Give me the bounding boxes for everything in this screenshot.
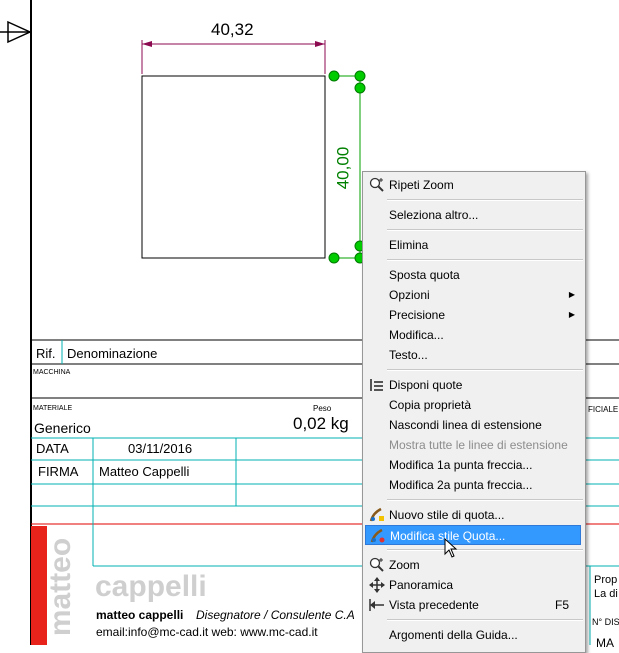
logo-word: cappelli xyxy=(95,570,207,603)
menu-separator xyxy=(387,549,583,551)
vertical-dimension-value: 40,00 xyxy=(333,146,353,190)
menu-item-label: Zoom xyxy=(389,558,420,572)
company-name: matteo cappelli xyxy=(96,608,184,622)
menu-item-modifica[interactable]: Modifica... xyxy=(365,325,581,345)
menu-separator xyxy=(387,259,583,261)
right-partial-text: N° DIS xyxy=(592,617,619,627)
macchina-label: MACCHINA xyxy=(33,369,71,376)
menu-item-sposta-quota[interactable]: Sposta quota xyxy=(365,265,581,285)
menu-item-opzioni[interactable]: Opzioni ▶ xyxy=(365,285,581,305)
menu-separator xyxy=(387,199,583,201)
menu-item-disponi-quote[interactable]: Disponi quote xyxy=(365,375,581,395)
previous-view-icon xyxy=(369,597,385,613)
part-square-outline[interactable] xyxy=(141,75,326,259)
menu-separator xyxy=(387,499,583,501)
horizontal-dimension[interactable] xyxy=(141,40,326,74)
menu-item-label: Sposta quota xyxy=(389,268,460,282)
menu-item-vista-precedente[interactable]: Vista precedente F5 xyxy=(365,595,581,615)
menu-item-label: Copia proprietà xyxy=(389,398,472,412)
shortcut-label: F5 xyxy=(554,598,569,612)
right-partial-text: La di xyxy=(594,588,618,600)
materiale-label: MATERIALE xyxy=(33,405,73,412)
menu-item-label: Panoramica xyxy=(389,578,454,592)
grip-handle[interactable] xyxy=(328,252,340,264)
edit-dim-style-icon xyxy=(370,528,386,544)
menu-separator xyxy=(387,229,583,231)
menu-separator xyxy=(387,369,583,371)
horizontal-dimension-value: 40,32 xyxy=(211,20,254,39)
menu-item-label: Opzioni xyxy=(389,288,430,302)
menu-item-modifica-punta-2[interactable]: Modifica 2a punta freccia... xyxy=(365,475,581,495)
menu-item-label: Modifica 2a punta freccia... xyxy=(389,478,533,492)
rif-label: Rif. xyxy=(36,346,56,361)
data-label: DATA xyxy=(36,441,69,456)
menu-item-elimina[interactable]: Elimina xyxy=(365,235,581,255)
menu-separator xyxy=(387,619,583,621)
menu-item-modifica-punta-1[interactable]: Modifica 1a punta freccia... xyxy=(365,455,581,475)
menu-item-label: Elimina xyxy=(389,238,429,252)
firma-value: Matteo Cappelli xyxy=(99,464,190,479)
menu-item-nascondi-linea[interactable]: Nascondi linea di estensione xyxy=(365,415,581,435)
menu-item-argomenti-guida[interactable]: Argomenti della Guida... xyxy=(365,625,581,645)
data-value: 03/11/2016 xyxy=(128,441,193,456)
arrange-dimensions-icon xyxy=(369,377,385,393)
context-menu: Ripeti Zoom Seleziona altro... Elimina S… xyxy=(362,171,586,653)
menu-item-label: Disponi quote xyxy=(389,378,463,392)
menu-item-copia-proprieta[interactable]: Copia proprietà xyxy=(365,395,581,415)
pan-icon xyxy=(369,577,385,593)
company-contact: email:info@mc-cad.it web: www.mc-cad.it xyxy=(96,625,318,639)
menu-item-label: Ripeti Zoom xyxy=(389,178,454,192)
menu-item-zoom[interactable]: Zoom xyxy=(365,555,581,575)
right-partial-text: MA xyxy=(596,636,614,650)
menu-item-label: Mostra tutte le linee di estensione xyxy=(389,438,568,452)
mouse-cursor-icon xyxy=(444,538,458,558)
peso-label: Peso xyxy=(313,404,332,413)
menu-item-testo[interactable]: Testo... xyxy=(365,345,581,365)
projection-symbol-icon xyxy=(0,20,32,44)
menu-item-panoramica[interactable]: Panoramica xyxy=(365,575,581,595)
menu-item-label: Modifica 1a punta freccia... xyxy=(389,458,533,472)
denominazione-label: Denominazione xyxy=(67,346,158,361)
menu-item-ripeti-zoom[interactable]: Ripeti Zoom xyxy=(365,175,581,195)
right-partial-text: FICIALE xyxy=(588,405,619,414)
menu-item-label: Nuovo stile di quota... xyxy=(389,508,505,522)
menu-item-mostra-linee: Mostra tutte le linee di estensione xyxy=(365,435,581,455)
zoom-plus-icon xyxy=(369,557,385,573)
submenu-arrow-icon: ▶ xyxy=(568,310,575,319)
zoom-plus-icon xyxy=(369,177,385,193)
menu-item-seleziona-altro[interactable]: Seleziona altro... xyxy=(365,205,581,225)
peso-value: 0,02 kg xyxy=(293,414,349,433)
grip-handle[interactable] xyxy=(328,70,340,82)
right-partial-text: Prop xyxy=(594,574,618,586)
menu-item-label: Vista precedente xyxy=(389,598,479,612)
menu-item-precisione[interactable]: Precisione ▶ xyxy=(365,305,581,325)
menu-item-nuovo-stile[interactable]: Nuovo stile di quota... xyxy=(365,505,581,525)
menu-item-label: Argomenti della Guida... xyxy=(389,628,518,642)
new-dim-style-icon xyxy=(369,507,385,523)
menu-item-label: Seleziona altro... xyxy=(389,208,479,222)
grip-handle[interactable] xyxy=(354,70,366,82)
submenu-arrow-icon: ▶ xyxy=(568,290,575,299)
company-role: Disegnatore / Consulente C.A xyxy=(196,608,355,622)
grip-handle[interactable] xyxy=(354,82,366,94)
firma-label: FIRMA xyxy=(38,464,79,479)
menu-item-modifica-stile-quota[interactable]: Modifica stile Quota... xyxy=(365,525,581,545)
menu-item-label: Precisione xyxy=(389,308,446,322)
menu-item-label: Nascondi linea di estensione xyxy=(389,418,542,432)
menu-item-label: Modifica... xyxy=(389,328,444,342)
materiale-value: Generico xyxy=(34,420,91,436)
logo-word-vertical: matteo xyxy=(44,537,78,637)
menu-item-label: Testo... xyxy=(389,348,428,362)
